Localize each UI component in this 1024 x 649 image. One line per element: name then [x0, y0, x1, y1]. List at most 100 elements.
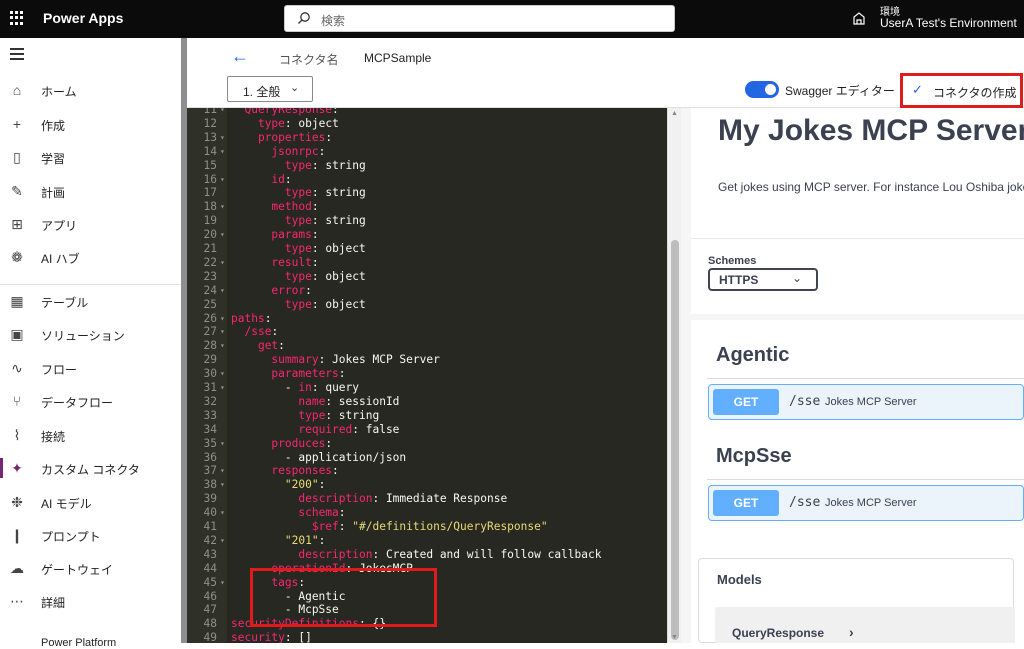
sidebar-item[interactable]: ☁ ゲートウェイ — [0, 554, 182, 582]
code-line[interactable]: 22 ▾ result: — [187, 256, 667, 270]
fold-arrow-icon[interactable]: ▾ — [220, 506, 225, 520]
code-line[interactable]: 15 type: string — [187, 159, 667, 173]
code-line[interactable]: 37 ▾ responses: — [187, 464, 667, 478]
code-line[interactable]: 42 ▾ "201": — [187, 534, 667, 548]
scroll-thumb[interactable] — [671, 240, 679, 640]
sidebar-item[interactable]: ⌂ ホーム — [0, 76, 182, 104]
sidebar-item-label: 作成 — [41, 119, 66, 133]
code-line[interactable]: 21 type: object — [187, 242, 667, 256]
code-line[interactable]: 25 type: object — [187, 298, 667, 312]
code-line[interactable]: 18 ▾ method: — [187, 200, 667, 214]
fold-arrow-icon[interactable]: ▾ — [220, 284, 225, 298]
sidebar-item[interactable]: ❁ AI ハブ — [0, 243, 182, 271]
code-line[interactable]: 30 ▾ parameters: — [187, 367, 667, 381]
fold-arrow-icon[interactable]: ▾ — [220, 200, 225, 214]
swagger-editor-toggle[interactable] — [745, 81, 779, 98]
step-dropdown[interactable]: 1. 全般 ⌄ — [227, 76, 313, 102]
code-line[interactable]: 17 type: string — [187, 186, 667, 200]
sidebar-item[interactable]: ❙ プロンプト — [0, 521, 182, 549]
fold-arrow-icon[interactable]: ▾ — [220, 173, 225, 187]
code-text: security: [] — [231, 631, 312, 643]
create-connector-button[interactable]: ✓ コネクタの作成 — [900, 73, 1023, 108]
sidebar-footer[interactable]: Power Platform — [41, 637, 116, 649]
sidebar-item[interactable]: ▣ ソリューション — [0, 320, 182, 348]
code-line[interactable]: 31 ▾ - in: query — [187, 381, 667, 395]
fold-arrow-icon[interactable]: ▾ — [220, 576, 225, 590]
code-line[interactable]: 40 ▾ schema: — [187, 506, 667, 520]
code-line[interactable]: 26 ▾ paths: — [187, 312, 667, 326]
code-line[interactable]: 35 ▾ produces: — [187, 437, 667, 451]
schemes-select[interactable]: HTTPS ⌄ — [708, 268, 818, 291]
fold-arrow-icon[interactable]: ▾ — [220, 108, 225, 117]
tag-heading[interactable]: Agentic — [716, 344, 789, 367]
fold-arrow-icon[interactable]: ▾ — [220, 464, 225, 478]
sidebar-item[interactable]: ✦ カスタム コネクタ — [0, 454, 182, 482]
sidebar-item[interactable]: + 作成 — [0, 110, 182, 138]
code-text: schema: — [298, 506, 346, 520]
sidebar-item[interactable]: ▦ テーブル — [0, 287, 182, 315]
code-line[interactable]: 39 description: Immediate Response — [187, 492, 667, 506]
sidebar-item[interactable]: ▯ 学習 — [0, 143, 182, 171]
code-line[interactable]: 33 type: string — [187, 409, 667, 423]
sidebar-item[interactable]: ✎ 計画 — [0, 177, 182, 205]
code-line[interactable]: 34 required: false — [187, 423, 667, 437]
fold-arrow-icon[interactable]: ▾ — [220, 312, 225, 326]
code-line[interactable]: 16 ▾ id: — [187, 173, 667, 187]
code-line[interactable]: 32 name: sessionId — [187, 395, 667, 409]
code-line[interactable]: 14 ▾ jsonrpc: — [187, 145, 667, 159]
app-launcher-icon[interactable] — [10, 11, 24, 25]
fold-arrow-icon[interactable]: ▾ — [220, 339, 225, 353]
operation-get-sse[interactable]: GET /sse Jokes MCP Server — [708, 384, 1024, 420]
code-line[interactable]: 20 ▾ params: — [187, 228, 667, 242]
app-title[interactable]: Power Apps — [43, 10, 123, 26]
environment-name[interactable]: UserA Test's Environment — [880, 16, 1017, 30]
fold-arrow-icon[interactable]: ▾ — [220, 534, 225, 548]
fold-arrow-icon[interactable]: ▾ — [220, 381, 225, 395]
scroll-down-icon[interactable]: ▼ — [671, 634, 678, 641]
operation-get-sse[interactable]: GET /sse Jokes MCP Server — [708, 485, 1024, 521]
sidebar-item[interactable]: ⋯ 詳細 — [0, 587, 182, 615]
code-line[interactable]: 43 description: Created and will follow … — [187, 548, 667, 562]
fold-arrow-icon[interactable]: ▾ — [220, 145, 225, 159]
model-item[interactable]: QueryResponse › — [715, 607, 1015, 643]
search-box[interactable]: 検索 — [284, 5, 675, 32]
menu-icon[interactable] — [10, 48, 24, 60]
connector-name[interactable]: MCPSample — [364, 51, 431, 65]
fold-arrow-icon[interactable]: ▾ — [220, 131, 225, 145]
fold-arrow-icon[interactable]: ▾ — [220, 437, 225, 451]
scroll-up-icon[interactable]: ▲ — [671, 110, 678, 117]
code-line[interactable]: 29 summary: Jokes MCP Server — [187, 353, 667, 367]
fold-arrow-icon[interactable]: ▾ — [220, 367, 225, 381]
code-line[interactable]: 24 ▾ error: — [187, 284, 667, 298]
models-heading[interactable]: Models — [717, 572, 762, 587]
sidebar-item[interactable]: ∿ フロー — [0, 354, 182, 382]
sidebar-item[interactable]: ⑂ データフロー — [0, 387, 182, 415]
fold-arrow-icon[interactable]: ▾ — [220, 228, 225, 242]
code-line[interactable]: 23 type: object — [187, 270, 667, 284]
code-text: produces: — [271, 436, 333, 450]
sidebar-item[interactable]: ⌇ 接続 — [0, 421, 182, 449]
back-arrow-icon[interactable]: ← — [231, 46, 249, 67]
sidebar-item[interactable]: ❉ AI モデル — [0, 488, 182, 516]
code-line[interactable]: 49 security: [] — [187, 631, 667, 643]
sidebar-item-label: ホーム — [41, 85, 77, 99]
code-line[interactable]: 41 $ref: "#/definitions/QueryResponse" — [187, 520, 667, 534]
code-line[interactable]: 13 ▾ properties: — [187, 131, 667, 145]
editor-scrollbar[interactable]: ▲ ▼ — [667, 108, 681, 643]
code-line[interactable]: 28 ▾ get: — [187, 339, 667, 353]
environment-icon[interactable] — [851, 10, 867, 26]
fold-arrow-icon[interactable]: ▾ — [220, 478, 225, 492]
code-line[interactable]: 36 - application/json — [187, 451, 667, 465]
code-line[interactable]: 38 ▾ "200": — [187, 478, 667, 492]
code-line[interactable]: 19 type: string — [187, 214, 667, 228]
fold-arrow-icon[interactable]: ▾ — [220, 256, 225, 270]
code-text: properties: — [257, 130, 333, 144]
code-line[interactable]: 12 type: object — [187, 117, 667, 131]
swagger-code-editor[interactable]: 11 ▾ QueryResponse: 12 type: object 13 ▾ pro… — [187, 108, 667, 643]
code-line[interactable]: 11 ▾ QueryResponse: — [187, 108, 667, 117]
code-line[interactable]: 27 ▾ /sse: — [187, 325, 667, 339]
sidebar-item[interactable]: ⊞ アプリ — [0, 210, 182, 238]
fold-arrow-icon[interactable]: ▾ — [220, 325, 225, 339]
sidebar-item-label: カスタム コネクタ — [41, 463, 140, 477]
tag-heading[interactable]: McpSse — [716, 445, 792, 468]
